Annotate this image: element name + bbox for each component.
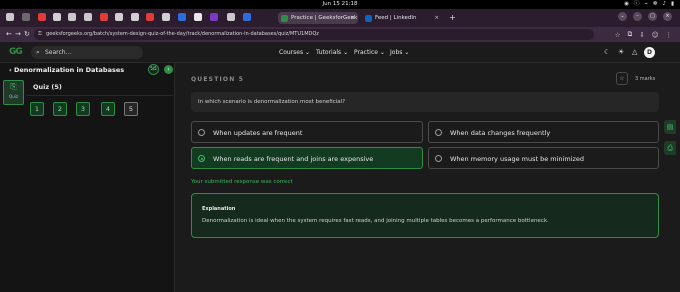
new-tab-button[interactable]: + bbox=[449, 12, 456, 24]
pinned-tab-favicon-icon[interactable] bbox=[243, 13, 251, 21]
site-info-icon[interactable]: ⚿ bbox=[38, 29, 42, 40]
pinned-tab-favicon-icon[interactable] bbox=[131, 13, 139, 21]
maximize-icon[interactable]: □ bbox=[648, 12, 657, 21]
back-icon[interactable]: ← bbox=[6, 27, 12, 42]
question-nav-button[interactable]: 4 bbox=[101, 102, 115, 116]
close-tab-icon[interactable]: × bbox=[434, 12, 439, 24]
volume-icon[interactable]: ♪ bbox=[662, 0, 666, 9]
notes-side-button[interactable]: ▤ bbox=[664, 120, 676, 134]
menu-jobs[interactable]: Jobs ⌄ bbox=[390, 46, 409, 59]
marks-label: 3 marks bbox=[635, 76, 656, 82]
tray-icon[interactable]: ◉ bbox=[624, 0, 629, 9]
radio-button-selected[interactable] bbox=[198, 155, 205, 162]
explanation-text: Denormalization is ideal when the system… bbox=[202, 218, 549, 224]
tab-practice-geeksforgeeks[interactable]: Practice | GeeksforGeek × bbox=[278, 12, 358, 24]
explanation-title: Explanation bbox=[202, 206, 236, 212]
profile-icon[interactable]: ☺ bbox=[652, 31, 659, 39]
menu-courses[interactable]: Courses ⌄ bbox=[279, 46, 310, 59]
system-tray[interactable]: ◉ ⓘ ⌁ ❁ ♪ ▮ bbox=[624, 0, 674, 9]
quiz-icon: ⎘ bbox=[10, 82, 17, 91]
pinned-tab-favicon-icon[interactable] bbox=[162, 13, 170, 21]
question-text: In which scenario is denormalization mos… bbox=[198, 99, 346, 105]
feedback-side-button[interactable]: ⎙ bbox=[664, 141, 676, 155]
question-number-label: QUESTION 5 bbox=[191, 76, 245, 83]
close-window-icon[interactable]: × bbox=[663, 12, 672, 21]
tab-list-icon[interactable]: ⌄ bbox=[618, 12, 627, 21]
url-text[interactable]: geeksforgeeks.org/batch/system-design-qu… bbox=[46, 29, 319, 40]
explanation-box bbox=[191, 193, 659, 238]
question-nav-button[interactable]: 3 bbox=[76, 102, 90, 116]
pinned-tab-favicon-icon[interactable] bbox=[38, 13, 46, 21]
radio-button[interactable] bbox=[198, 129, 205, 136]
linkedin-favicon-icon bbox=[365, 14, 372, 22]
bookmark-star-icon[interactable]: ☆ bbox=[615, 31, 621, 39]
tray-icon[interactable]: ⓘ bbox=[634, 0, 640, 9]
tab-linkedin-feed[interactable]: Feed | LinkedIn × bbox=[362, 12, 442, 24]
back-to-course-link[interactable]: ‹ Denormalization in Databases bbox=[9, 66, 124, 75]
pinned-tab-favicon-icon[interactable] bbox=[194, 13, 202, 21]
pinned-tab-favicon-icon[interactable] bbox=[178, 13, 186, 21]
tray-icon[interactable]: ⌁ bbox=[645, 0, 648, 9]
option-label: When updates are frequent bbox=[213, 129, 303, 137]
browser-toolbar-actions: ☆ ⧉ ⇩ ☺ ⋮ bbox=[615, 27, 672, 42]
option-4[interactable]: When memory usage must be minimized bbox=[428, 147, 659, 169]
bookmark-question-button[interactable]: ☆ bbox=[616, 72, 628, 85]
pinned-tab-favicon-icon[interactable] bbox=[22, 13, 30, 21]
minimize-icon[interactable]: – bbox=[633, 12, 642, 21]
pinned-tab-favicon-icon[interactable] bbox=[84, 13, 92, 21]
menu-practice[interactable]: Practice ⌄ bbox=[354, 46, 385, 59]
window-controls: ⌄ – □ × bbox=[618, 12, 672, 21]
dark-mode-icon[interactable]: ☾ bbox=[604, 46, 610, 59]
gfg-logo-icon[interactable]: GG bbox=[9, 47, 23, 58]
system-clock[interactable]: Jun 15 21:18 bbox=[0, 0, 680, 9]
forward-icon[interactable]: → bbox=[15, 27, 21, 42]
option-2[interactable]: When data changes frequently bbox=[428, 121, 659, 143]
search-icon: ⌕ bbox=[36, 48, 40, 56]
tab-title: Feed | LinkedIn bbox=[375, 15, 417, 21]
pinned-tab-favicon-icon[interactable] bbox=[6, 13, 14, 21]
quiz-name: Quiz (5) bbox=[33, 83, 62, 91]
pinned-tab-favicon-icon[interactable] bbox=[115, 13, 123, 21]
pinned-tab-favicon-icon[interactable] bbox=[68, 13, 76, 21]
radio-button[interactable] bbox=[435, 155, 442, 162]
option-3-selected-correct[interactable]: When reads are frequent and joins are ex… bbox=[191, 147, 423, 169]
reload-icon[interactable]: ↻ bbox=[24, 27, 30, 42]
pinned-tab-favicon-icon[interactable] bbox=[210, 13, 218, 21]
battery-icon[interactable]: ▮ bbox=[671, 0, 674, 9]
close-tab-icon[interactable]: × bbox=[350, 12, 355, 24]
option-label: When data changes frequently bbox=[450, 129, 551, 137]
extensions-icon[interactable]: ⧉ bbox=[628, 30, 633, 39]
search-placeholder[interactable]: Search... bbox=[45, 46, 71, 59]
option-1[interactable]: When updates are frequent bbox=[191, 121, 423, 143]
quiz-tile-label: Quiz bbox=[9, 94, 18, 99]
tray-icon[interactable]: ❁ bbox=[653, 0, 658, 9]
tab-title: Practice | GeeksforGeek bbox=[291, 15, 358, 21]
menu-tutorials[interactable]: Tutorials ⌄ bbox=[316, 46, 348, 59]
option-label: When memory usage must be minimized bbox=[450, 155, 585, 163]
pinned-tab-favicon-icon[interactable] bbox=[100, 13, 108, 21]
pinned-tab-favicon-icon[interactable] bbox=[227, 13, 235, 21]
theme-sun-icon[interactable]: ☀ bbox=[618, 46, 624, 59]
divider bbox=[27, 95, 173, 96]
pinned-tab-favicon-icon[interactable] bbox=[146, 13, 154, 21]
question-nav-button[interactable]: 1 bbox=[30, 102, 44, 116]
result-message: Your submitted response was correct bbox=[191, 179, 293, 185]
question-nav-button-current[interactable]: 5 bbox=[124, 102, 138, 116]
radio-button[interactable] bbox=[435, 129, 442, 136]
question-nav-button[interactable]: 2 bbox=[53, 102, 67, 116]
menu-kebab-icon[interactable]: ⋮ bbox=[666, 31, 673, 39]
collapse-sidebar-button[interactable]: ‹ bbox=[164, 65, 173, 74]
avatar[interactable]: D bbox=[644, 47, 655, 58]
notification-bell-icon[interactable]: △ bbox=[632, 46, 637, 59]
progress-ring: 5/5 bbox=[148, 64, 159, 75]
downloads-icon[interactable]: ⇩ bbox=[639, 31, 644, 39]
course-sidebar bbox=[0, 63, 175, 292]
pinned-tab-favicon-icon[interactable] bbox=[53, 13, 61, 21]
option-label: When reads are frequent and joins are ex… bbox=[213, 155, 374, 163]
gfg-favicon-icon bbox=[281, 14, 288, 22]
